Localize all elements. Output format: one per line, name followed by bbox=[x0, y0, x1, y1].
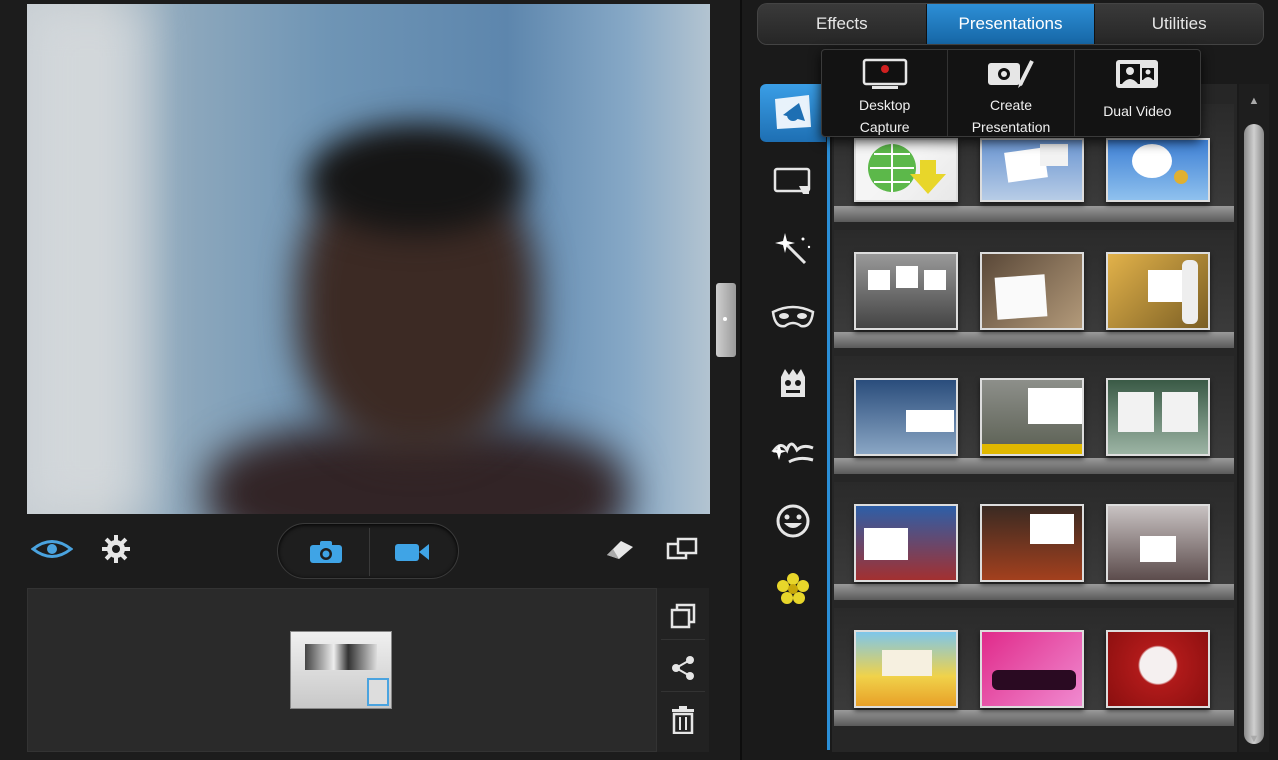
flower-icon[interactable] bbox=[760, 560, 826, 618]
scrollbar-thumb[interactable] bbox=[1244, 124, 1264, 744]
template-thumbnail[interactable] bbox=[854, 630, 958, 708]
template-thumbnail[interactable] bbox=[854, 138, 958, 202]
eraser-icon[interactable] bbox=[597, 527, 641, 571]
tab-bar: Effects Presentations Utilities bbox=[757, 3, 1264, 45]
gear-icon[interactable] bbox=[94, 527, 138, 571]
tab-effects[interactable]: Effects bbox=[758, 4, 927, 44]
template-thumbnail[interactable] bbox=[854, 504, 958, 582]
library-tools bbox=[656, 588, 709, 752]
frame-category-icon[interactable] bbox=[760, 152, 826, 210]
create-presentation-button[interactable]: Create Presentation bbox=[948, 50, 1075, 136]
create-presentation-icon bbox=[986, 58, 1036, 90]
eye-view-icon[interactable] bbox=[30, 527, 74, 571]
desktop-capture-button[interactable]: Desktop Capture bbox=[822, 50, 949, 136]
presentation-category-icon[interactable] bbox=[760, 84, 826, 142]
captured-media-library bbox=[27, 588, 657, 752]
video-camera-icon[interactable] bbox=[372, 530, 452, 574]
mask-icon[interactable] bbox=[760, 288, 826, 346]
share-icon[interactable] bbox=[661, 644, 705, 692]
capture-mode-group bbox=[277, 523, 459, 579]
template-thumbnail[interactable] bbox=[1106, 630, 1210, 708]
template-thumbnail[interactable] bbox=[980, 138, 1084, 202]
template-thumbnail[interactable] bbox=[854, 252, 958, 330]
shelf-row bbox=[832, 230, 1237, 356]
category-sidebar bbox=[757, 80, 830, 750]
shelf-row bbox=[832, 608, 1237, 734]
template-thumbnail[interactable] bbox=[980, 630, 1084, 708]
left-pane bbox=[0, 0, 740, 760]
template-thumbnail[interactable] bbox=[1106, 252, 1210, 330]
scroll-down-icon[interactable]: ▼ bbox=[1247, 732, 1261, 746]
smiley-icon[interactable] bbox=[760, 492, 826, 550]
webcam-preview bbox=[27, 4, 710, 514]
shelf-row bbox=[832, 356, 1237, 482]
shelf-row bbox=[832, 482, 1237, 608]
template-thumbnail[interactable] bbox=[1106, 138, 1210, 202]
dual-video-button[interactable]: Dual Video bbox=[1075, 50, 1200, 136]
scroll-up-icon[interactable]: ▲ bbox=[1247, 94, 1261, 108]
trash-icon[interactable] bbox=[661, 696, 705, 744]
monster-icon[interactable] bbox=[760, 356, 826, 414]
template-thumbnail[interactable] bbox=[1106, 378, 1210, 456]
template-thumbnail[interactable] bbox=[1106, 504, 1210, 582]
swap-screen-icon[interactable] bbox=[660, 527, 704, 571]
presentations-menu: Desktop Capture Create Presentation Dual… bbox=[821, 49, 1201, 137]
pane-splitter[interactable] bbox=[716, 283, 736, 357]
camera-icon[interactable] bbox=[286, 530, 366, 574]
dual-video-icon bbox=[1114, 58, 1160, 90]
splash-icon[interactable] bbox=[760, 424, 826, 482]
dual-video-label: Dual Video bbox=[1103, 103, 1172, 119]
template-thumbnail[interactable] bbox=[854, 378, 958, 456]
desktop-capture-label: Desktop Capture bbox=[858, 97, 911, 135]
magic-wand-icon[interactable] bbox=[760, 220, 826, 278]
create-presentation-label: Create Presentation bbox=[971, 97, 1051, 135]
tab-utilities[interactable]: Utilities bbox=[1095, 4, 1263, 44]
app-window: Effects Presentations Utilities ▲ ▼ Desk… bbox=[0, 0, 1278, 760]
presentation-template-shelf bbox=[832, 84, 1237, 752]
captured-thumbnail[interactable] bbox=[290, 631, 392, 709]
desktop-capture-icon bbox=[862, 58, 908, 90]
template-thumbnail[interactable] bbox=[980, 378, 1084, 456]
capture-toolbar bbox=[0, 515, 740, 585]
tab-presentations[interactable]: Presentations bbox=[926, 4, 1096, 44]
template-thumbnail[interactable] bbox=[980, 504, 1084, 582]
template-scrollbar[interactable]: ▲ ▼ bbox=[1239, 84, 1269, 752]
template-thumbnail[interactable] bbox=[980, 252, 1084, 330]
copy-icon[interactable] bbox=[661, 592, 705, 640]
